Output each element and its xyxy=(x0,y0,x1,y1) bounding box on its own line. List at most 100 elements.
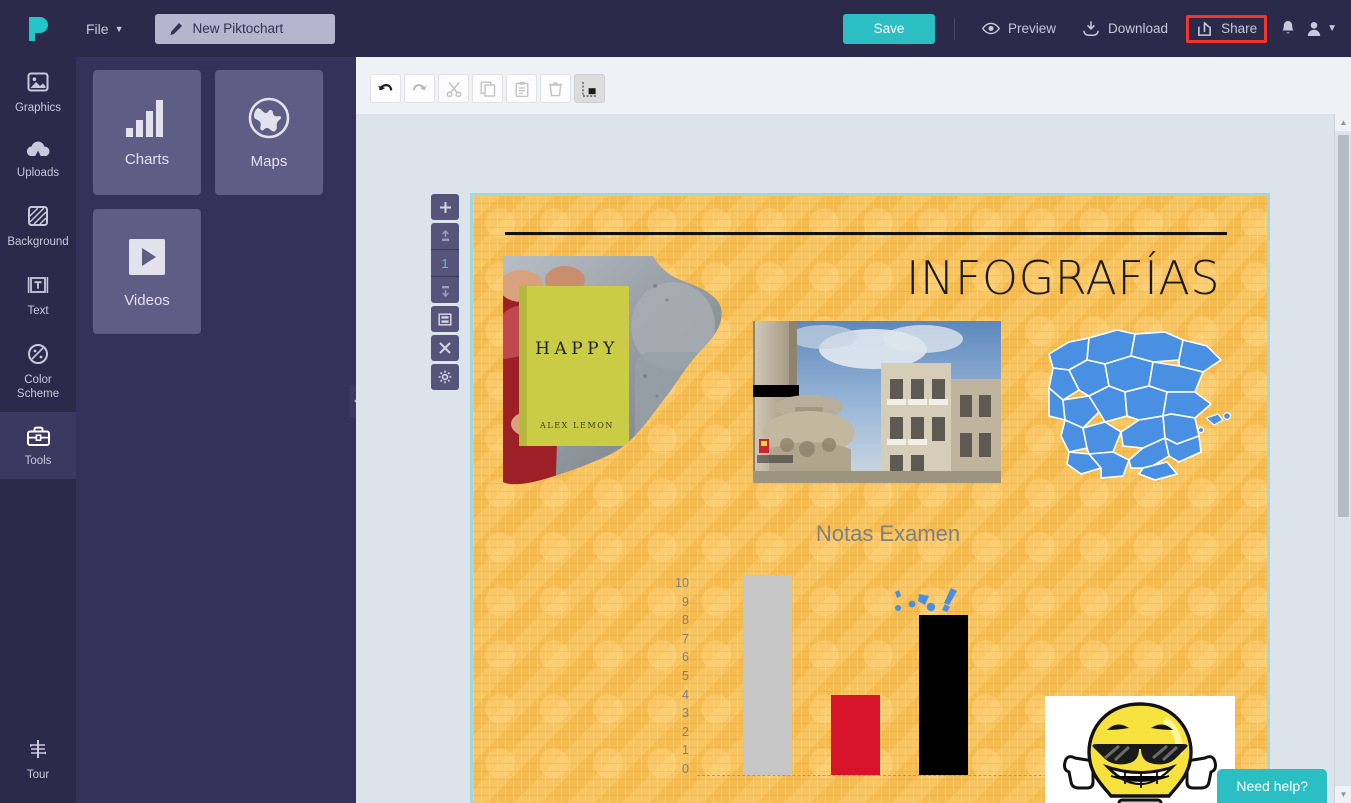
palette-icon xyxy=(26,342,50,366)
y-tick: 2 xyxy=(682,725,689,739)
document-title-text: New Piktochart xyxy=(192,21,283,36)
delete-block-button[interactable] xyxy=(431,335,459,361)
share-label: Share xyxy=(1221,21,1257,36)
duplicate-block-icon xyxy=(438,313,452,326)
y-tick: 3 xyxy=(682,706,689,720)
sidebar-item-label: Text xyxy=(27,305,48,317)
user-icon xyxy=(1307,21,1321,37)
sidebar-item-label: Graphics xyxy=(15,102,61,114)
spain-provinces-map-image xyxy=(1043,316,1233,481)
image-icon xyxy=(26,70,50,94)
move-up-icon xyxy=(439,230,452,243)
share-button[interactable]: Share xyxy=(1186,15,1267,43)
preview-button[interactable]: Preview xyxy=(974,15,1064,42)
svg-text:ALEX LEMON: ALEX LEMON xyxy=(539,421,614,430)
block-number: 1 xyxy=(431,250,459,276)
bar-sheila[interactable] xyxy=(831,695,880,775)
happy-book-photo[interactable]: HAPPY ALEX LEMON xyxy=(495,256,755,496)
sidebar-item-tools[interactable]: Tools xyxy=(0,412,76,479)
infographic-title[interactable]: INFOGRAFÍAS xyxy=(853,251,1270,305)
cut-button[interactable] xyxy=(438,74,469,103)
chart-y-axis: 10 9 8 7 6 5 4 3 2 1 0 xyxy=(663,576,689,776)
snap-grid-icon xyxy=(582,81,598,97)
snap-to-grid-button[interactable] xyxy=(574,74,605,103)
redo-arrow-icon xyxy=(411,81,428,96)
file-menu[interactable]: File ▼ xyxy=(76,21,133,37)
preview-label: Preview xyxy=(1008,21,1056,36)
need-help-button[interactable]: Need help? xyxy=(1217,769,1327,803)
infographic-canvas[interactable]: INFOGRAFÍAS xyxy=(470,193,1270,803)
scroll-down-button[interactable]: ▼ xyxy=(1335,786,1351,803)
move-block-up-button[interactable] xyxy=(431,223,459,249)
notifications-button[interactable] xyxy=(1275,20,1301,37)
block-control-strip: 1 xyxy=(431,194,459,390)
y-tick: 5 xyxy=(682,669,689,683)
y-tick: 10 xyxy=(675,576,689,590)
account-button[interactable] xyxy=(1301,21,1327,37)
y-tick: 1 xyxy=(682,743,689,757)
lightbulb-thumbs-up-graphic[interactable] xyxy=(1045,696,1235,803)
account-chevron-down-icon[interactable]: ▼ xyxy=(1327,23,1337,34)
sidebar-item-uploads[interactable]: Uploads xyxy=(0,126,76,191)
undo-button[interactable] xyxy=(370,74,401,103)
piktochart-logo[interactable] xyxy=(0,15,76,43)
tool-card-label: Maps xyxy=(251,153,288,170)
file-menu-label: File xyxy=(86,21,109,37)
block-settings-button[interactable] xyxy=(431,364,459,390)
undo-arrow-icon xyxy=(377,81,394,96)
download-button[interactable]: Download xyxy=(1074,15,1176,43)
play-icon xyxy=(125,235,169,279)
sidebar-item-tour[interactable]: Tour xyxy=(0,724,76,793)
sidebar-item-label: Tools xyxy=(25,455,52,467)
y-tick: 6 xyxy=(682,650,689,664)
sidebar-item-color-scheme[interactable]: Color Scheme xyxy=(0,329,76,412)
piktochart-editor: File ▼ New Piktochart Save Preview Down xyxy=(0,0,1351,803)
save-button[interactable]: Save xyxy=(843,14,935,44)
clipboard-icon xyxy=(514,81,530,97)
pencil-icon xyxy=(169,22,183,36)
sidebar-item-label: Tour xyxy=(27,769,49,781)
bar-ramona[interactable] xyxy=(919,615,968,775)
scroll-up-button[interactable]: ▲ xyxy=(1335,114,1351,131)
bar-jose[interactable] xyxy=(743,575,792,775)
duplicate-block-button[interactable] xyxy=(431,306,459,332)
eye-icon xyxy=(982,22,1000,35)
spain-provinces-map[interactable] xyxy=(1043,316,1233,481)
tool-card-charts[interactable]: Charts xyxy=(93,70,201,195)
canvas-toolbar xyxy=(370,74,605,103)
chart-title: Notas Examen xyxy=(663,521,1113,547)
chart-bars xyxy=(697,576,1097,776)
cathedral-street-photo-image xyxy=(753,321,1001,483)
top-bar: File ▼ New Piktochart Save Preview Down xyxy=(0,0,1351,57)
add-block-button[interactable] xyxy=(431,194,459,220)
sidebar-item-graphics[interactable]: Graphics xyxy=(0,57,76,126)
close-x-icon xyxy=(439,342,451,354)
scroll-thumb[interactable] xyxy=(1338,135,1349,517)
svg-text:HAPPY: HAPPY xyxy=(535,339,619,359)
redo-button[interactable] xyxy=(404,74,435,103)
cloud-upload-icon xyxy=(26,139,50,159)
canvas-vertical-scrollbar[interactable]: ▲ ▼ xyxy=(1334,114,1351,803)
lightbulb-thumbs-up-image xyxy=(1045,696,1235,803)
tool-card-maps[interactable]: Maps xyxy=(215,70,323,195)
delete-button[interactable] xyxy=(540,74,571,103)
copy-button[interactable] xyxy=(472,74,503,103)
document-title-field[interactable]: New Piktochart xyxy=(155,14,335,44)
copy-icon xyxy=(480,81,496,97)
share-icon xyxy=(1196,21,1213,37)
tools-card-grid: Charts Maps Videos xyxy=(76,57,338,334)
y-tick: 9 xyxy=(682,595,689,609)
download-label: Download xyxy=(1108,21,1168,36)
paste-button[interactable] xyxy=(506,74,537,103)
cathedral-street-photo[interactable] xyxy=(753,321,1001,483)
move-block-down-button[interactable] xyxy=(431,277,459,303)
sidebar-item-background[interactable]: Background xyxy=(0,191,76,260)
y-tick: 4 xyxy=(682,688,689,702)
tool-card-videos[interactable]: Videos xyxy=(93,209,201,334)
left-rail: Graphics Uploads Background Text xyxy=(0,57,76,803)
bar-chart-icon xyxy=(125,98,169,138)
block-order-group: 1 xyxy=(431,223,459,303)
sidebar-item-text[interactable]: Text xyxy=(0,260,76,329)
happy-book-photo-image: HAPPY ALEX LEMON xyxy=(495,256,755,496)
canvas-scroll-area[interactable]: 1 xyxy=(356,114,1336,803)
